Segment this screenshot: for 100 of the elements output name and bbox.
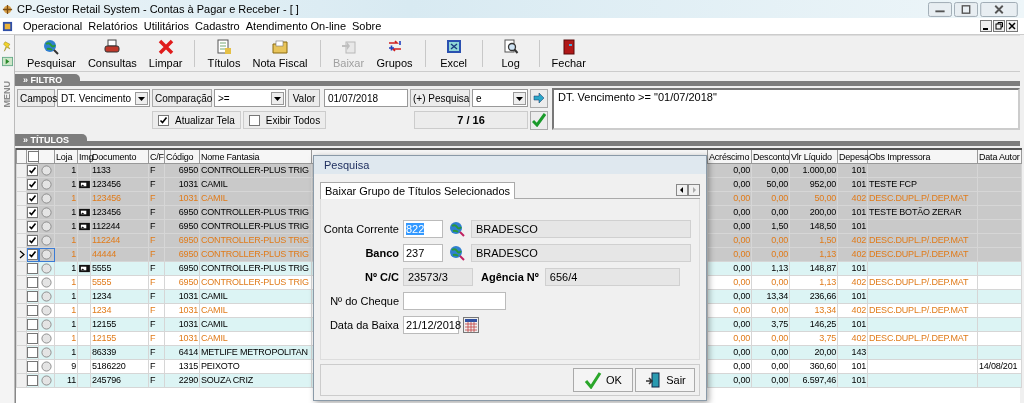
column-header[interactable]: Vlr Líquido <box>789 149 838 164</box>
table-cell: 9 <box>54 359 78 374</box>
bank-field[interactable]: 237 <box>403 244 443 262</box>
value-button[interactable]: Valor <box>288 89 320 107</box>
row-checkbox[interactable] <box>27 277 38 288</box>
fields-button[interactable]: Campos <box>17 89 55 107</box>
toolbar-button[interactable]: Fechar <box>545 36 592 71</box>
row-checkbox[interactable] <box>27 291 38 302</box>
table-cell: F <box>148 261 165 276</box>
table-cell: 20,00 <box>789 345 838 360</box>
ok-button[interactable]: OK <box>573 368 633 392</box>
table-cell: CONTROLLER-PLUS TRIG <box>199 247 312 262</box>
expression-box[interactable]: DT. Vencimento >= "01/07/2018" <box>552 88 1020 130</box>
more-search-button[interactable]: (+) Pesquisa <box>410 89 470 107</box>
column-header[interactable]: Depesa <box>837 149 868 164</box>
row-checkbox[interactable] <box>27 193 38 204</box>
row-checkbox[interactable] <box>27 347 38 358</box>
date-field[interactable]: 21/12/2018 <box>403 316 459 334</box>
row-checkbox[interactable] <box>27 207 38 218</box>
column-header[interactable]: Loja <box>54 149 78 164</box>
row-checkbox[interactable] <box>27 333 38 344</box>
table-cell: 143 <box>837 345 868 360</box>
table-cell: CONTROLLER-PLUS TRIG <box>199 261 312 276</box>
select-all-checkbox[interactable] <box>28 151 39 162</box>
column-header[interactable]: Desconto <box>751 149 790 164</box>
field-label: Nº do Cheque <box>329 295 399 307</box>
row-checkbox[interactable] <box>27 319 38 330</box>
close-icon[interactable] <box>980 1 1018 17</box>
row-checkbox[interactable] <box>27 179 38 190</box>
add-button[interactable] <box>530 88 548 108</box>
field-dropdown[interactable]: DT. Vencimento <box>57 89 150 107</box>
checkbox-label: Atualizar Tela <box>175 114 235 126</box>
checkbox[interactable] <box>158 114 169 126</box>
exit-button[interactable]: Sair <box>635 368 695 392</box>
checkbox[interactable] <box>248 114 260 126</box>
table-cell: 6950 <box>164 233 200 248</box>
connector-dropdown[interactable]: e <box>472 89 528 107</box>
document-icon <box>215 38 232 55</box>
comparison-button[interactable]: Comparação <box>152 89 212 107</box>
minimize-icon[interactable] <box>980 20 992 32</box>
calendar-icon[interactable] <box>463 317 479 333</box>
column-header[interactable]: Obs Impressora <box>867 149 978 164</box>
restore-icon[interactable] <box>954 1 978 17</box>
globe-search-icon[interactable] <box>449 221 465 237</box>
column-header[interactable]: Código <box>164 149 200 164</box>
folder-icon <box>272 38 288 55</box>
table-cell: 146,25 <box>789 317 838 332</box>
table-cell: 245796 <box>90 373 149 388</box>
table-cell: 1 <box>54 275 78 290</box>
globe-search-icon[interactable] <box>449 245 465 261</box>
table-cell: 1 <box>54 205 78 220</box>
menu-item[interactable]: Relatórios <box>88 20 138 32</box>
row-checkbox[interactable] <box>27 165 38 176</box>
table-cell: 0,00 <box>751 163 790 178</box>
toolbar-button[interactable]: Limpar <box>142 36 189 71</box>
close-icon[interactable] <box>1006 20 1018 32</box>
menu-item[interactable]: Operacional <box>23 20 83 32</box>
bank-name-field: BRADESCO <box>471 220 691 238</box>
row-checkbox[interactable] <box>27 249 38 260</box>
menu-item[interactable]: Cadastro <box>195 20 240 32</box>
menu-item[interactable]: Sobre <box>352 20 382 32</box>
table-cell: 1031 <box>164 317 200 332</box>
column-header[interactable]: Acréscimo <box>707 149 752 164</box>
toolbar-button[interactable]: Pesquisar <box>21 36 82 71</box>
toolbar-button[interactable]: Log <box>488 36 533 71</box>
tab[interactable]: Baixar Grupo de Títulos Selecionados <box>320 182 516 199</box>
field-label: Agência Nº <box>481 271 539 283</box>
comparison-dropdown[interactable]: >= <box>214 89 286 107</box>
table-cell: 1 <box>54 331 78 346</box>
caret-icon <box>271 91 284 105</box>
table-cell: 1031 <box>164 331 200 346</box>
scroll-left-icon[interactable] <box>676 184 688 196</box>
table-cell: 101 <box>837 261 868 276</box>
restore-icon[interactable] <box>993 20 1005 32</box>
row-checkbox[interactable] <box>27 263 38 274</box>
row-checkbox[interactable] <box>27 361 38 372</box>
table-cell: 12155 <box>90 317 149 332</box>
toolbar-button[interactable]: Nota Fiscal <box>246 36 314 71</box>
menu-item[interactable]: Atendimento On-line <box>245 20 346 32</box>
apply-button[interactable] <box>530 110 548 130</box>
toolbar-button[interactable]: Grupos <box>370 36 419 71</box>
table-cell: CONTROLLER-PLUS TRIG <box>199 219 312 234</box>
column-header[interactable]: Data Autor <box>977 149 1022 164</box>
toolbar-button[interactable]: Excel <box>431 36 476 71</box>
table-cell: 13,34 <box>751 289 790 304</box>
table-cell: 1,13 <box>751 261 790 276</box>
status-circle-icon <box>41 319 52 330</box>
toolbar-button[interactable]: Títulos <box>201 36 247 71</box>
row-checkbox[interactable] <box>27 235 38 246</box>
menu-item[interactable]: Utilitários <box>143 20 190 32</box>
row-checkbox[interactable] <box>27 305 38 316</box>
table-cell: F <box>148 317 165 332</box>
row-checkbox[interactable] <box>27 375 38 386</box>
table-cell: CONTROLLER-PLUS TRIG <box>199 163 312 178</box>
column-header[interactable]: Nome Fantasia <box>199 149 312 164</box>
row-checkbox[interactable] <box>27 221 38 232</box>
table-cell: 1,13 <box>789 275 838 290</box>
check-number-field[interactable] <box>403 292 506 310</box>
value-field[interactable]: 01/07/2018 <box>324 89 408 107</box>
toolbar-button[interactable]: Consultas <box>81 36 143 71</box>
